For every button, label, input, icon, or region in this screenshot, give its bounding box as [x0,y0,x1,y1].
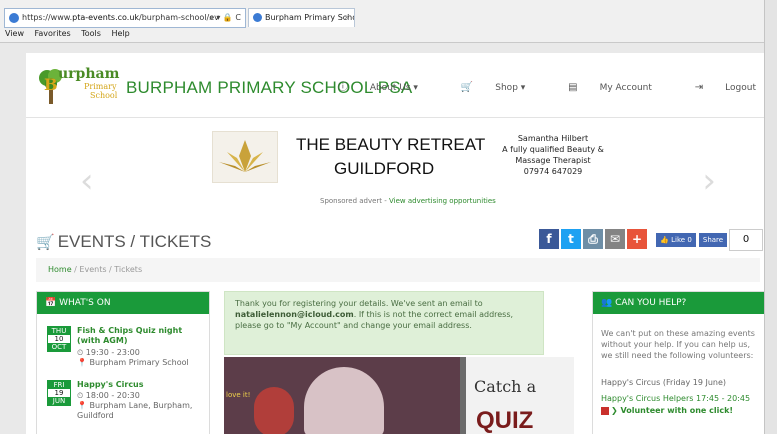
volunteer-icon [601,406,609,415]
advert-logo[interactable] [212,131,278,183]
address-controls[interactable]: ⌕ ▾ 🔒 C [209,9,241,27]
message-email: natalielennon@icloud.com [235,310,354,319]
browser-chrome: https://www.pta-events.co.uk/burpham-sch… [0,0,777,43]
logout-icon: ⇥ [694,82,704,93]
cart-icon: 🛒 [36,234,55,251]
event-month: JUN [48,397,70,405]
advert-title-line1[interactable]: THE BEAUTY RETREAT [296,135,485,155]
site-header: B urpham Primary School BURPHAM PRIMARY … [26,53,770,118]
nav-logout-label: Logout [725,83,756,93]
event-place: 📍 Burpham Lane, Burpham, Guildford [77,401,193,420]
advert-carousel: ‹ THE BEAUTY RETREAT GUILDFORD Samantha … [26,121,770,231]
volunteer-label: ❯ Volunteer with one click! [611,406,734,415]
help-text: We can't put on these amazing events wit… [601,329,755,360]
tab-icon [253,13,262,22]
ie-icon [9,12,19,23]
event-title[interactable]: Happy's Circus [77,380,207,390]
page-container: B urpham Primary School BURPHAM PRIMARY … [26,53,770,434]
menu-favorites[interactable]: Favorites [35,29,71,38]
advert-contact: Samantha Hilbert A fully qualified Beaut… [502,134,604,176]
url-prefix: https://www. [22,13,73,22]
promo-catch-text: Catch a [474,377,537,396]
event-time: ⏲ 18:00 - 20:30 [77,391,140,400]
message-text-before: Thank you for registering your details. … [235,299,483,308]
facebook-share-small-button[interactable]: Share [699,233,727,247]
share-count: 0 [729,229,763,251]
twitter-share-button[interactable]: t [561,229,581,249]
event-title[interactable]: Fish & Chips Quiz night (with AGM) [77,326,207,346]
breadcrumb-current: Events / Tickets [79,265,143,274]
event-place: 📍 Burpham Primary School [77,358,189,367]
nav-about-label: About Us ▾ [369,83,418,93]
print-button[interactable]: ⎙ [583,229,603,249]
facebook-like-button[interactable]: 👍 Like 0 [656,233,696,247]
menu-bar: View Favorites Tools Help [0,27,133,41]
whats-on-panel: 📅 WHAT'S ON THU 10 OCT Fish & Chips Quiz… [36,291,210,434]
page-viewport: B urpham Primary School BURPHAM PRIMARY … [0,43,770,434]
tab-title: Burpham Primary School P... [265,13,354,22]
page-title-text: EVENTS / TICKETS [57,232,212,251]
site-logo[interactable]: B urpham Primary School [38,64,128,108]
page-title: 🛒 EVENTS / TICKETS [36,232,211,252]
email-share-button[interactable]: ✉ [605,229,625,249]
event-date: 10 [48,335,70,343]
nav-my-account[interactable]: ▤ My Account [548,82,652,93]
carousel-prev-icon[interactable]: ‹ [80,161,94,201]
breadcrumb: Home / Events / Tickets [36,258,760,282]
event-time: ⏲ 19:30 - 23:00 [77,348,140,357]
sponsored-label: Sponsored advert - [320,197,390,205]
url-domain: pta-events.co.uk [72,13,140,22]
address-bar[interactable]: https://www.pta-events.co.uk/burpham-sch… [4,8,246,28]
event-date-badge: THU 10 OCT [47,326,71,352]
help-header: 👥 CAN YOU HELP? [593,292,767,314]
more-share-button[interactable]: + [627,229,647,249]
nav-shop-label: Shop ▾ [495,83,526,93]
event-item[interactable]: FRI 19 JUN Happy's Circus ⏲ 18:00 - 20:3… [47,380,207,434]
nav-about-us[interactable]: ⓘ About Us ▾ [318,82,418,93]
event-day: FRI [48,381,70,389]
event-day: THU [48,327,70,335]
url-path: /burpham-school/ev [139,13,219,22]
sponsored-note: Sponsored advert - View advertising oppo… [320,197,496,205]
top-nav: ⓘ About Us ▾ 🛒 Shop ▾ ▤ My Account ⇥ Logout [298,78,756,93]
menu-help[interactable]: Help [111,29,129,38]
browser-tab[interactable]: Burpham Primary School P... × [248,8,355,27]
event-date-badge: FRI 19 JUN [47,380,71,406]
advertising-link[interactable]: View advertising opportunities [389,197,496,205]
advert-title-line2[interactable]: GUILDFORD [334,159,434,179]
promo-quiz-text: QUIZ [476,407,534,434]
browser-window: https://www.pta-events.co.uk/burpham-sch… [0,0,777,434]
event-item[interactable]: THU 10 OCT Fish & Chips Quiz night (with… [47,326,207,372]
account-icon: ▤ [568,82,578,93]
help-panel: 👥 CAN YOU HELP? We can't put on these am… [592,291,768,434]
nav-shop[interactable]: 🛒 Shop ▾ [441,82,526,93]
event-date: 19 [48,389,70,397]
helpers-link[interactable]: Happy's Circus Helpers 17:45 - 20:45 [601,394,750,403]
promo-love-text: love it! [226,391,251,399]
tab-close-icon[interactable]: × [343,9,350,27]
logo-text-primary: Primary [84,82,117,91]
event-month: OCT [48,343,70,351]
info-icon: ⓘ [337,82,348,93]
help-event: Happy's Circus (Friday 19 June) [601,378,726,387]
nav-logout[interactable]: ⇥ Logout [675,82,756,93]
window-scroll-edge [764,0,777,434]
breadcrumb-home[interactable]: Home [48,265,72,274]
facebook-share-button[interactable]: f [539,229,559,249]
carousel-next-icon[interactable]: › [702,161,716,201]
cart-icon: 🛒 [460,82,474,93]
menu-view[interactable]: View [5,29,24,38]
logo-text-school: School [90,91,118,100]
volunteer-link[interactable]: ❯ Volunteer with one click! [601,406,733,415]
menu-tools[interactable]: Tools [81,29,101,38]
svg-text:B: B [44,75,58,94]
registration-message: Thank you for registering your details. … [224,291,544,355]
logo-text-urpham: urpham [58,66,120,82]
nav-account-label: My Account [599,83,652,93]
whats-on-header: 📅 WHAT'S ON [37,292,209,314]
promo-image[interactable]: love it! Catch a QUIZ [224,357,574,434]
lotus-icon [219,140,271,172]
clown-figure [254,387,294,434]
